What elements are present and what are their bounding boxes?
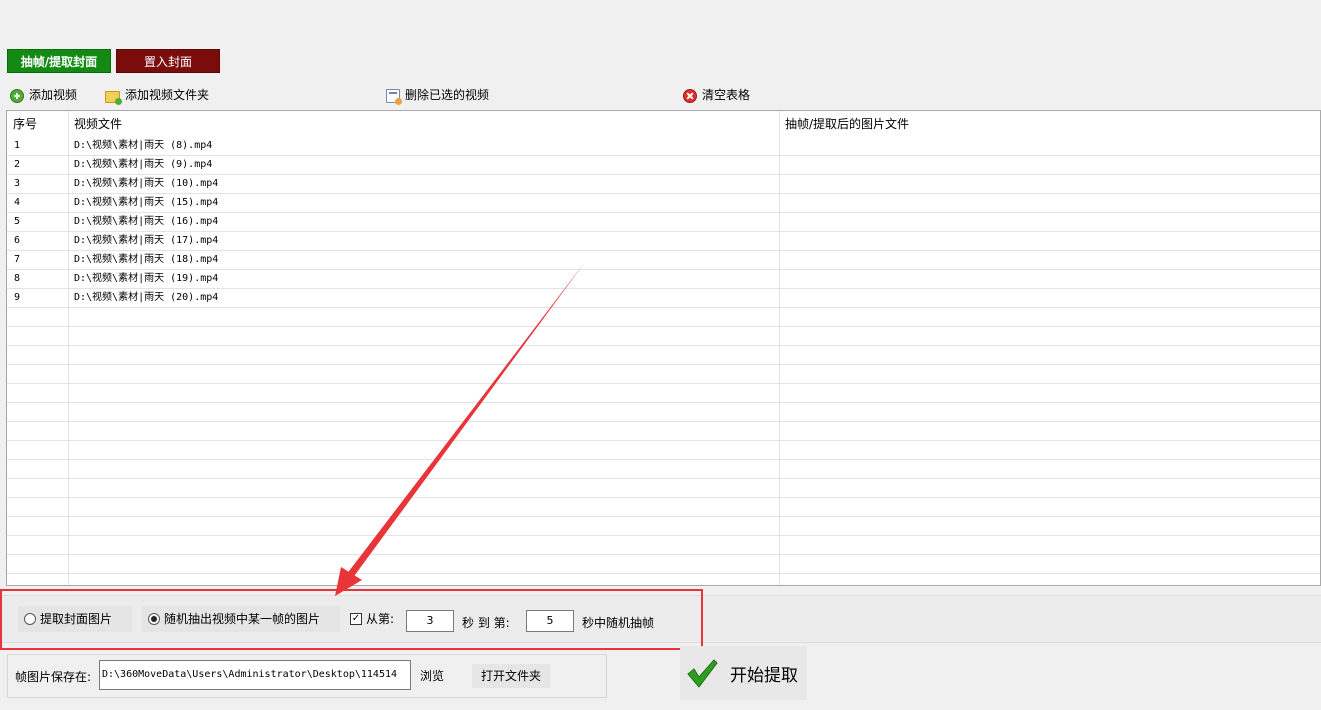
delete-document-icon <box>386 88 402 105</box>
cell-video-file: D:\视频\素材|雨天 (18).mp4 <box>74 254 219 265</box>
cell-video-file: D:\视频\素材|雨天 (10).mp4 <box>74 178 219 189</box>
table-row[interactable]: 3 D:\视频\素材|雨天 (10).mp4 <box>7 175 1320 194</box>
clear-table-button[interactable]: 清空表格 <box>683 86 750 105</box>
cell-video-file: D:\视频\素材|雨天 (16).mp4 <box>74 216 219 227</box>
from-label: 从第: <box>366 612 395 626</box>
tab-extract-cover[interactable]: 抽帧/提取封面 <box>7 49 111 73</box>
table-row[interactable] <box>7 403 1320 422</box>
cell-video-file: D:\视频\素材|雨天 (8).mp4 <box>74 140 213 151</box>
cell-index: 1 <box>14 140 21 151</box>
table-row[interactable] <box>7 498 1320 517</box>
cell-index: 7 <box>14 254 21 265</box>
table-row[interactable]: 1 D:\视频\素材|雨天 (8).mp4 <box>7 137 1320 156</box>
radio-button[interactable] <box>148 613 160 625</box>
checkbox[interactable]: ✓ <box>350 613 362 625</box>
start-extract-label: 开始提取 <box>730 665 798 686</box>
header-output-file[interactable]: 抽帧/提取后的图片文件 <box>779 111 1319 137</box>
cell-index: 5 <box>14 216 21 227</box>
cell-index: 6 <box>14 235 21 246</box>
cell-video-file: D:\视频\素材|雨天 (19).mp4 <box>74 273 219 284</box>
table-row[interactable] <box>7 327 1320 346</box>
cell-video-file: D:\视频\素材|雨天 (17).mp4 <box>74 235 219 246</box>
add-icon <box>10 88 24 103</box>
table-row[interactable] <box>7 441 1320 460</box>
cell-video-file: D:\视频\素材|雨天 (20).mp4 <box>74 292 219 303</box>
header-video-file[interactable]: 视频文件 <box>68 111 779 137</box>
delete-selected-button[interactable]: 删除已选的视频 <box>386 86 489 105</box>
table-row[interactable] <box>7 479 1320 498</box>
table-row[interactable] <box>7 555 1320 574</box>
radio-extract-cover[interactable]: 提取封面图片 <box>18 606 132 632</box>
add-video-label: 添加视频 <box>29 88 78 102</box>
delete-selected-label: 删除已选的视频 <box>405 88 490 102</box>
table-row[interactable]: 5 D:\视频\素材|雨天 (16).mp4 <box>7 213 1320 232</box>
to-seconds-input[interactable]: 5 <box>526 610 574 632</box>
tab-embed-cover[interactable]: 置入封面 <box>116 49 220 73</box>
table-row[interactable] <box>7 365 1320 384</box>
folder-add-icon <box>105 90 122 105</box>
radio-extract-cover-label: 提取封面图片 <box>40 612 113 626</box>
suffix-label: 秒中随机抽帧 <box>582 616 655 630</box>
save-path-field[interactable]: D:\360MoveData\Users\Administrator\Deskt… <box>99 660 411 690</box>
table-row[interactable] <box>7 422 1320 441</box>
table-row[interactable]: 6 D:\视频\素材|雨天 (17).mp4 <box>7 232 1320 251</box>
save-location-label: 帧图片保存在: <box>15 670 92 684</box>
checkmark-icon <box>687 659 718 688</box>
radio-random-frame[interactable]: 随机抽出视频中某一帧的图片 <box>142 606 340 632</box>
from-seconds-input[interactable]: 3 <box>406 610 454 632</box>
range-checkbox[interactable]: ✓ 从第: <box>344 606 406 632</box>
cell-video-file: D:\视频\素材|雨天 (15).mp4 <box>74 197 219 208</box>
clear-table-label: 清空表格 <box>702 88 751 102</box>
table-row[interactable]: 8 D:\视频\素材|雨天 (19).mp4 <box>7 270 1320 289</box>
cell-video-file: D:\视频\素材|雨天 (9).mp4 <box>74 159 213 170</box>
header-index[interactable]: 序号 <box>7 111 68 137</box>
add-video-button[interactable]: 添加视频 <box>10 86 77 105</box>
video-table[interactable]: 序号 视频文件 抽帧/提取后的图片文件 1 D:\视频\素材|雨天 (8).mp4… <box>6 110 1321 586</box>
table-row[interactable] <box>7 384 1320 403</box>
table-row[interactable] <box>7 308 1320 327</box>
cell-index: 9 <box>14 292 21 303</box>
table-row[interactable]: 9 D:\视频\素材|雨天 (20).mp4 <box>7 289 1320 308</box>
cell-index: 8 <box>14 273 21 284</box>
start-extract-button[interactable]: 开始提取 <box>680 646 807 700</box>
table-row[interactable] <box>7 574 1320 585</box>
table-row[interactable] <box>7 536 1320 555</box>
table-row[interactable] <box>7 517 1320 536</box>
add-folder-button[interactable]: 添加视频文件夹 <box>105 86 209 105</box>
radio-button[interactable] <box>24 613 36 625</box>
table-row[interactable]: 7 D:\视频\素材|雨天 (18).mp4 <box>7 251 1320 270</box>
add-folder-label: 添加视频文件夹 <box>125 88 210 102</box>
radio-random-frame-label: 随机抽出视频中某一帧的图片 <box>164 612 321 626</box>
to-label: 秒 到 第: <box>462 616 510 630</box>
table-row[interactable]: 2 D:\视频\素材|雨天 (9).mp4 <box>7 156 1320 175</box>
cell-index: 2 <box>14 159 21 170</box>
browse-button[interactable]: 浏览 <box>415 664 449 688</box>
table-row[interactable]: 4 D:\视频\素材|雨天 (15).mp4 <box>7 194 1320 213</box>
cell-index: 3 <box>14 178 21 189</box>
cell-index: 4 <box>14 197 21 208</box>
clear-icon <box>683 88 697 103</box>
table-row[interactable] <box>7 460 1320 479</box>
open-folder-button[interactable]: 打开文件夹 <box>472 664 550 688</box>
table-row[interactable] <box>7 346 1320 365</box>
